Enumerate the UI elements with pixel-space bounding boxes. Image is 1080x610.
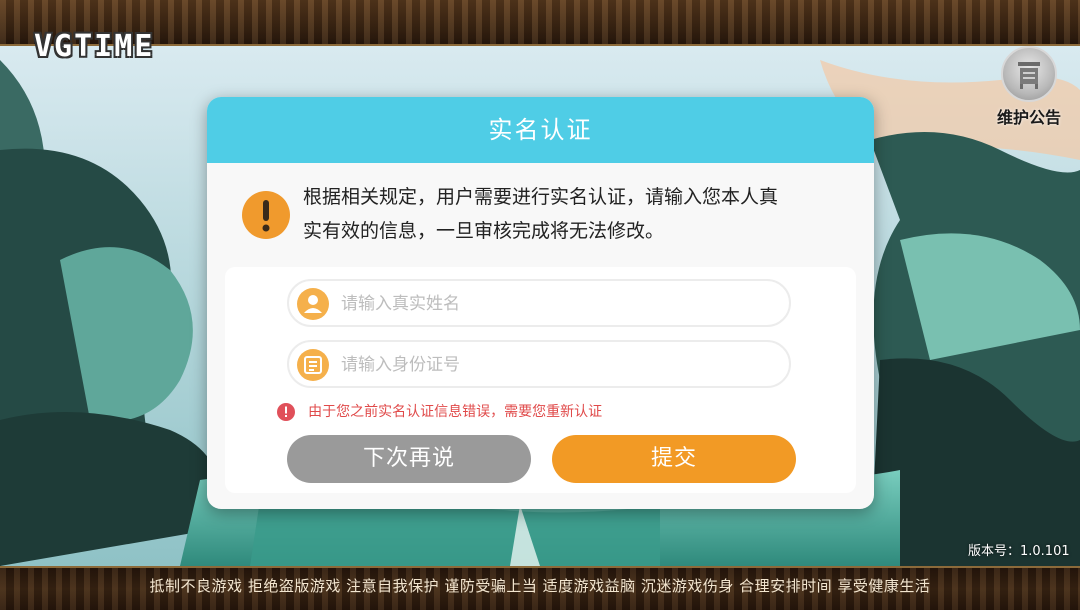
watermark-logo: VGTIME — [34, 29, 155, 64]
notice-line-2: 实有效的信息，一旦审核完成将无法修改。 — [303, 220, 665, 242]
health-advisory-text: 抵制不良游戏 拒绝盗版游戏 注意自我保护 谨防受骗上当 适度游戏益脑 沉迷游戏伤… — [149, 577, 931, 595]
error-text: 由于您之前实名认证信息错误，需要您重新认证 — [308, 403, 603, 420]
verification-form: 由于您之前实名认证信息错误，需要您重新认证 下次再说 提交 — [225, 267, 856, 493]
maintenance-notice-button[interactable]: 维护公告 — [990, 46, 1068, 127]
notice-board-icon — [1001, 46, 1057, 102]
real-name-input[interactable] — [339, 281, 773, 327]
id-card-icon — [297, 349, 329, 381]
verification-notice-text: 根据相关规定，用户需要进行实名认证，请输入您本人真 实有效的信息，一旦审核完成将… — [303, 180, 843, 248]
warning-icon — [242, 191, 290, 239]
maintenance-notice-label: 维护公告 — [996, 108, 1061, 127]
real-name-field[interactable] — [287, 279, 791, 327]
dialog-title: 实名认证 — [207, 97, 874, 163]
top-ornamental-border — [0, 0, 1080, 46]
id-number-input[interactable] — [339, 342, 773, 388]
user-icon — [297, 288, 329, 320]
error-icon — [277, 402, 295, 421]
later-button[interactable]: 下次再说 — [287, 435, 531, 483]
id-number-field[interactable] — [287, 340, 791, 388]
notice-line-1: 根据相关规定，用户需要进行实名认证，请输入您本人真 — [303, 186, 779, 208]
error-message: 由于您之前实名认证信息错误，需要您重新认证 — [277, 401, 602, 421]
real-name-verification-dialog: 实名认证 根据相关规定，用户需要进行实名认证，请输入您本人真 实有效的信息，一旦… — [207, 97, 874, 509]
version-label: 版本号：1.0.101 — [968, 544, 1070, 559]
submit-button[interactable]: 提交 — [552, 435, 796, 483]
